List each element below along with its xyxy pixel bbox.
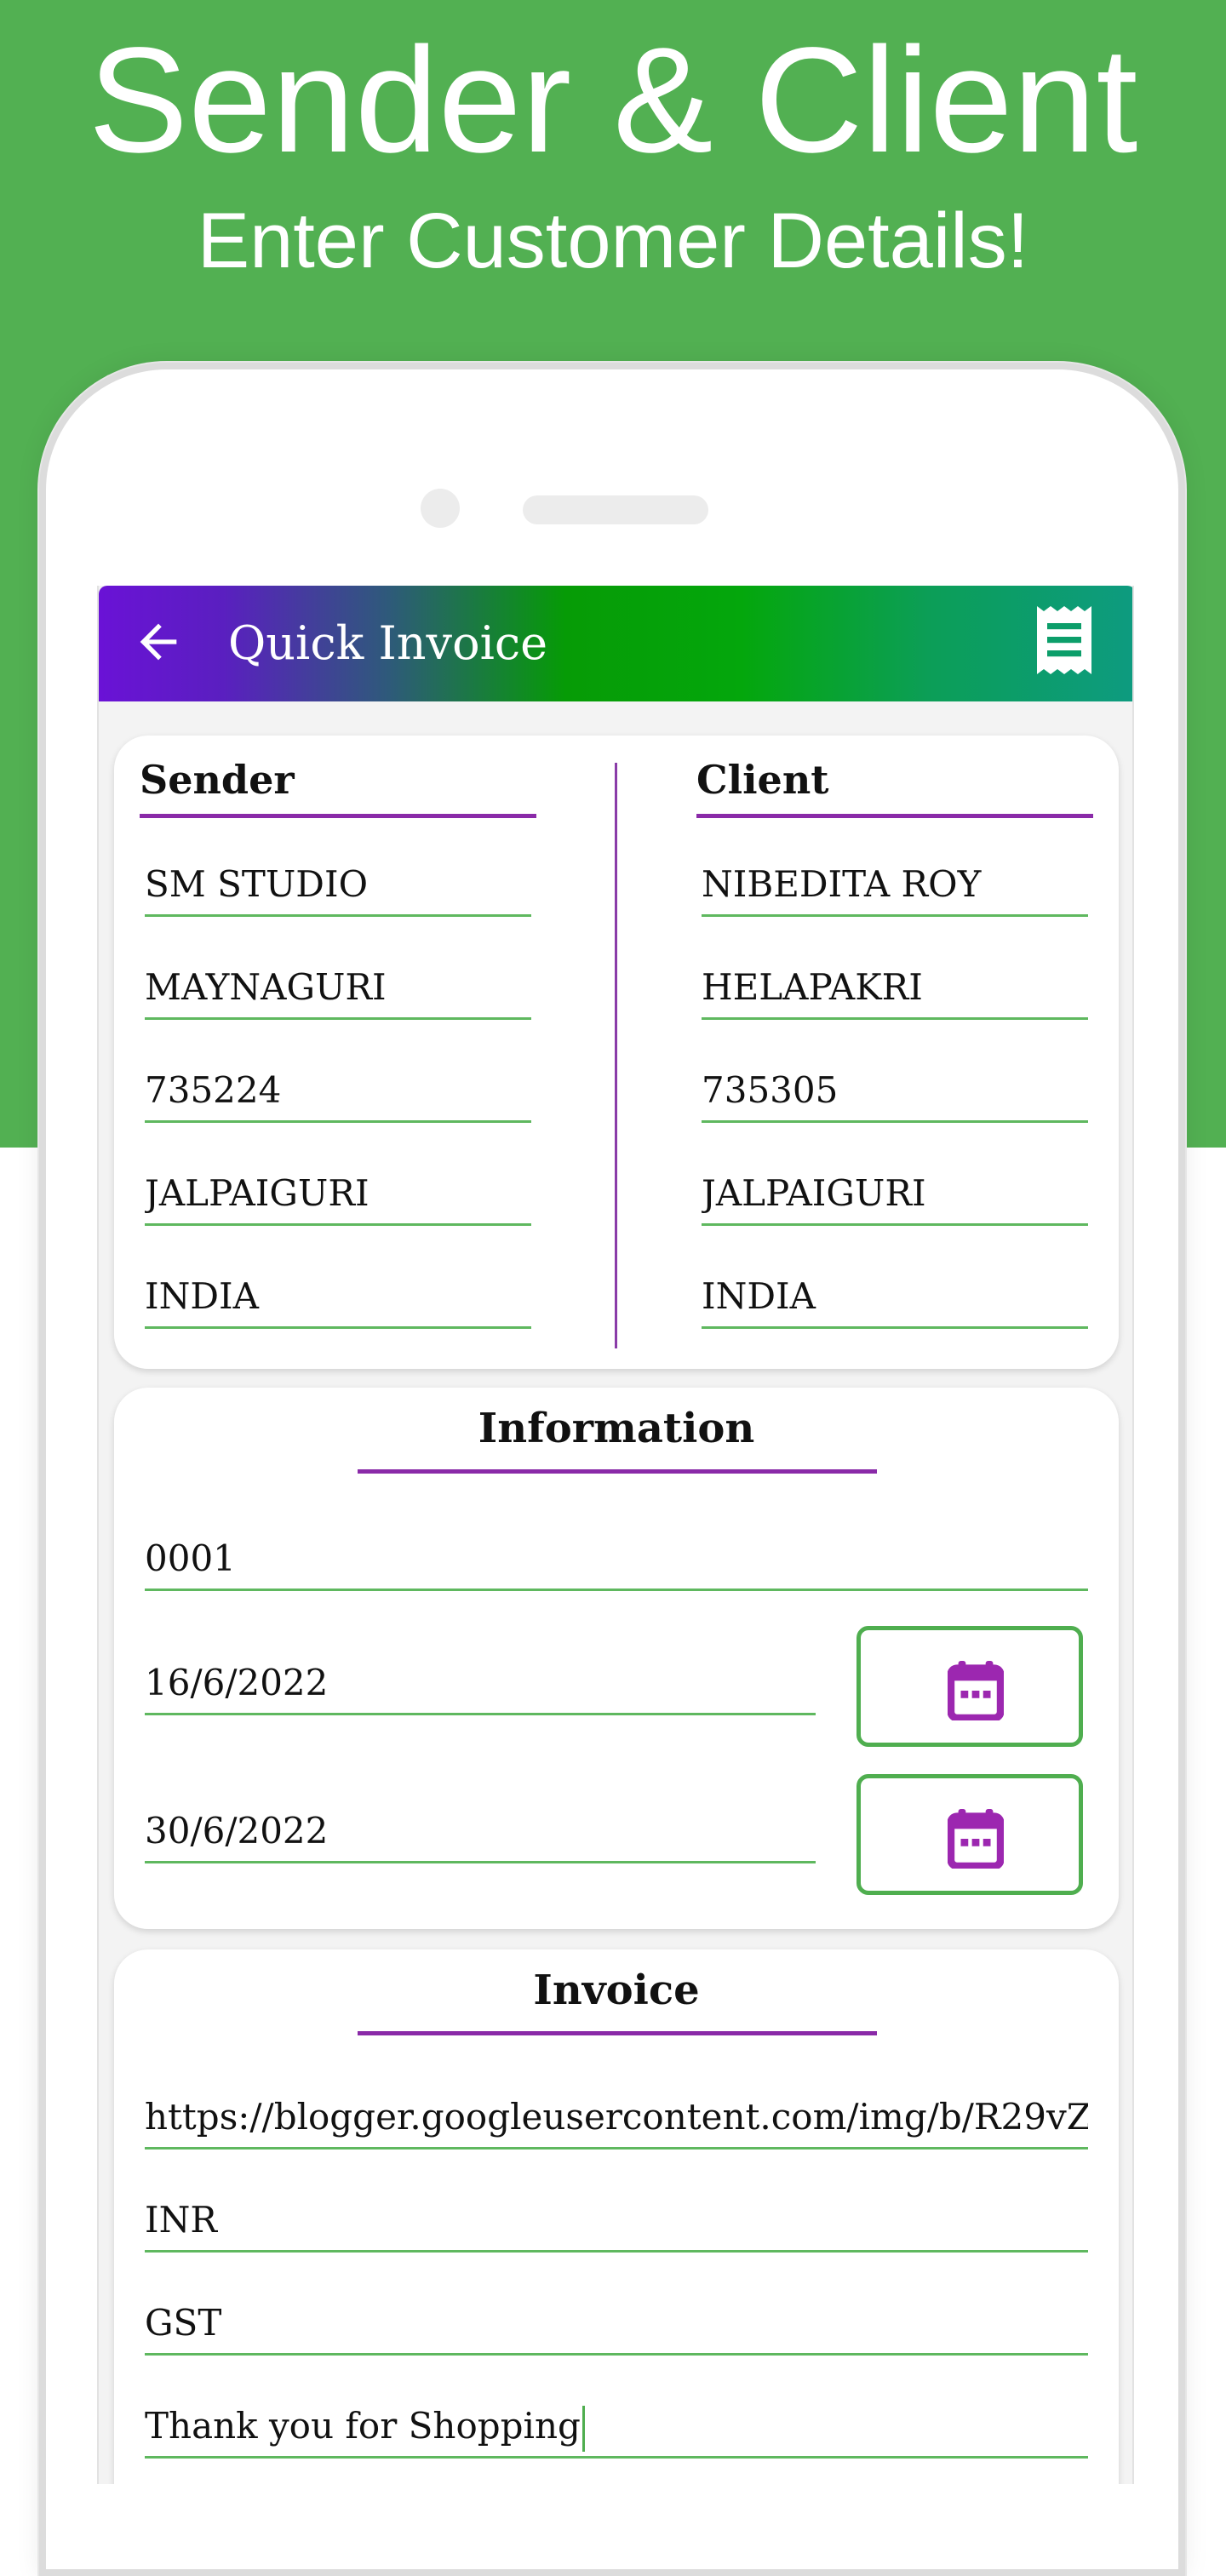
phone-camera [421, 489, 460, 528]
sender-address-field[interactable]: MAYNAGURI [145, 958, 531, 1020]
invoice-number-field[interactable]: 0001 [145, 1529, 1088, 1591]
calendar-icon [948, 1809, 1004, 1869]
invoice-card: Invoice https://blogger.googleuserconten… [114, 1949, 1119, 2484]
client-address-field[interactable]: HELAPAKRI [702, 958, 1088, 1020]
note-text: Thank you for Shopping [145, 2405, 581, 2447]
client-heading-underline [696, 814, 1093, 818]
sender-client-card: Sender SM STUDIO MAYNAGURI 735224 JALPAI… [114, 736, 1119, 1369]
due-date-field[interactable]: 30/6/2022 [145, 1801, 816, 1863]
receipt-icon[interactable] [1034, 606, 1095, 674]
logo-url-field[interactable]: https://blogger.googleusercontent.com/im… [145, 2087, 1088, 2150]
note-field[interactable]: Thank you for Shopping [145, 2396, 1088, 2459]
tax-field[interactable]: GST [145, 2293, 1088, 2356]
calendar-icon [948, 1661, 1004, 1720]
client-name-field[interactable]: NIBEDITA ROY [702, 855, 1088, 917]
text-cursor [581, 2406, 585, 2452]
information-card: Information 0001 16/6/2022 30/6/2022 [114, 1388, 1119, 1929]
client-heading: Client [696, 757, 829, 803]
client-country-field[interactable]: INDIA [702, 1267, 1088, 1329]
due-date-button[interactable] [856, 1774, 1083, 1895]
column-divider [615, 763, 617, 1348]
invoice-date-button[interactable] [856, 1626, 1083, 1747]
app-title: Quick Invoice [228, 616, 548, 670]
promo-subtitle: Enter Customer Details! [197, 197, 1029, 284]
sender-heading: Sender [140, 757, 295, 803]
invoice-date-field[interactable]: 16/6/2022 [145, 1653, 816, 1715]
invoice-heading: Invoice [533, 1966, 700, 2014]
phone-speaker [523, 495, 708, 524]
promo-title: Sender & Client [88, 17, 1138, 184]
sender-city-field[interactable]: JALPAIGURI [145, 1164, 531, 1226]
arrow-left-icon[interactable] [131, 615, 186, 669]
sender-heading-underline [140, 814, 536, 818]
currency-field[interactable]: INR [145, 2190, 1088, 2253]
invoice-heading-underline [358, 2031, 877, 2035]
app-screen: Quick Invoice Sender SM STUDIO MAYNAGURI… [97, 586, 1134, 2484]
information-heading: Information [478, 1405, 755, 1452]
client-city-field[interactable]: JALPAIGURI [702, 1164, 1088, 1226]
client-pincode-field[interactable]: 735305 [702, 1061, 1088, 1123]
sender-name-field[interactable]: SM STUDIO [145, 855, 531, 917]
app-bar: Quick Invoice [99, 586, 1132, 701]
sender-pincode-field[interactable]: 735224 [145, 1061, 531, 1123]
sender-country-field[interactable]: INDIA [145, 1267, 531, 1329]
information-heading-underline [358, 1469, 877, 1474]
